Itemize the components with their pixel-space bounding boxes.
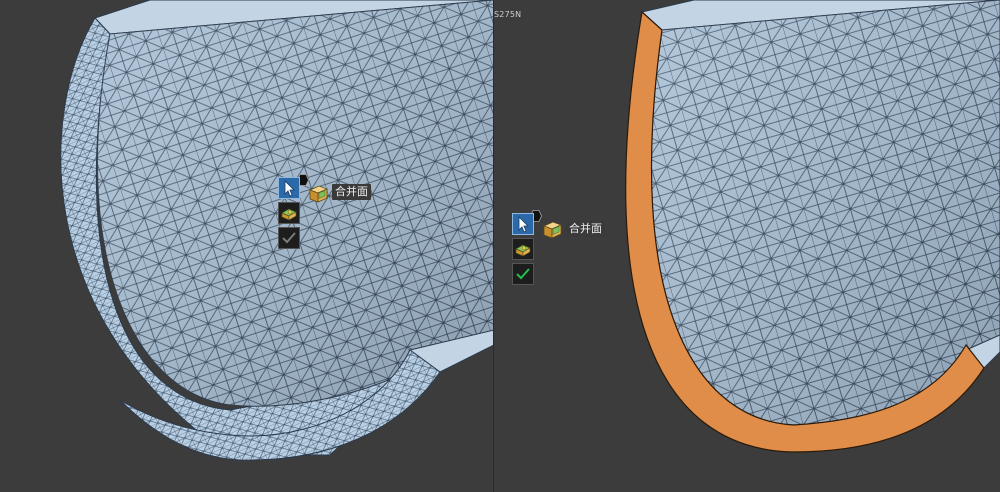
face-body-button[interactable] bbox=[278, 202, 300, 224]
confirm-button[interactable] bbox=[512, 263, 534, 285]
left-selection-toolset: 合并面 bbox=[276, 170, 396, 260]
merge-faces-label: 合并面 bbox=[332, 184, 371, 200]
left-3d-viewport[interactable]: 合并面 bbox=[0, 0, 494, 492]
checkmark-icon bbox=[282, 232, 296, 244]
checkmark-icon bbox=[516, 268, 530, 280]
merge-faces-label: 合并面 bbox=[566, 221, 605, 237]
cursor-arrow-icon bbox=[518, 216, 529, 233]
right-3d-viewport[interactable]: S275N 合并面 bbox=[494, 0, 1000, 492]
merge-faces-button[interactable] bbox=[306, 181, 330, 205]
confirm-button[interactable] bbox=[278, 227, 300, 249]
select-tool-button[interactable] bbox=[512, 213, 534, 235]
face-body-button[interactable] bbox=[512, 238, 534, 260]
merge-faces-button[interactable] bbox=[540, 217, 564, 241]
left-pipe-mesh[interactable] bbox=[0, 0, 494, 492]
face-body-icon bbox=[515, 244, 531, 257]
viewport-label: S275N bbox=[494, 10, 522, 19]
select-tool-button[interactable] bbox=[278, 177, 300, 199]
merge-faces-icon bbox=[542, 221, 563, 239]
cursor-arrow-icon bbox=[284, 180, 295, 197]
workspace: 合并面 S275N 合并面 bbox=[0, 0, 1000, 492]
merge-faces-icon bbox=[308, 185, 329, 203]
face-body-icon bbox=[281, 208, 297, 221]
right-selection-toolset: 合并面 bbox=[510, 206, 630, 296]
